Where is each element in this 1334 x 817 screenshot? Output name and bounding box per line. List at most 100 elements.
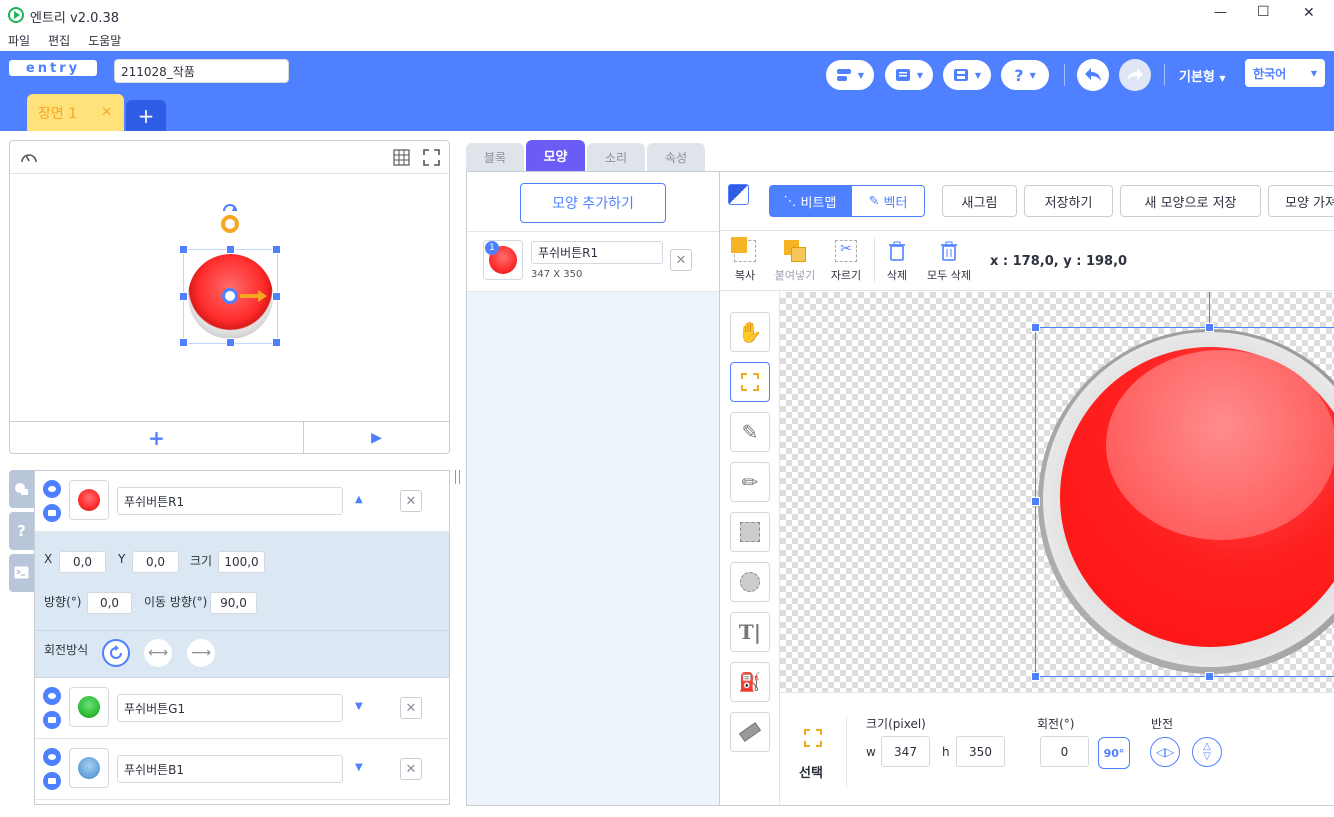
import-shape-button[interactable]: 모양 가져오기 [1268,185,1334,217]
shape-item[interactable]: 1 푸쉬버튼R1 347 X 350 ✕ [467,232,719,292]
object-name-input[interactable]: 푸쉬버튼G1 [117,694,343,722]
object-side-tab[interactable] [9,470,34,508]
paste-button[interactable]: 붙여넣기 [772,238,818,286]
y-input[interactable]: 0,0 [132,551,179,573]
color-picker-icon[interactable] [728,184,749,205]
delete-object-button[interactable]: ✕ [400,490,422,512]
cut-button[interactable]: ✂ 자르기 [826,238,866,286]
rotate-none-button[interactable]: ⟶ [187,639,215,667]
select-tool-button[interactable] [730,362,770,402]
drawing-canvas[interactable] [780,292,1334,692]
eye-icon[interactable] [43,480,61,498]
resize-handle[interactable] [179,292,188,301]
object-name-input[interactable]: 푸쉬버튼B1 [117,755,343,783]
rotation-input[interactable]: 0 [1040,736,1089,767]
rotate-horizontal-button[interactable]: ⟷ [144,639,172,667]
sprite-selection-box[interactable] [179,245,281,347]
add-scene-button[interactable]: + [126,100,166,131]
fill-tool-button[interactable]: ⛽ [730,662,770,702]
x-input[interactable]: 0,0 [59,551,106,573]
flip-horizontal-button[interactable]: ◁▷ [1150,737,1180,767]
close-icon[interactable]: ✕ [101,105,112,120]
direction-arrow[interactable] [240,294,260,298]
menu-help[interactable]: 도움말 [88,32,121,49]
eye-icon[interactable] [43,748,61,766]
resize-handle[interactable] [272,292,281,301]
project-name-input[interactable]: 211028_작품 [114,59,289,83]
lock-icon[interactable] [43,711,61,729]
panel-resize-handle[interactable] [455,470,460,484]
object-item[interactable]: 푸쉬버튼R1 ▲ ✕ [35,471,449,532]
delete-button[interactable]: 삭제 [880,238,914,286]
tab-shapes[interactable]: 모양 [526,140,585,171]
delete-all-button[interactable]: 모두 삭제 [924,238,974,286]
expand-arrow-icon[interactable]: ▼ [355,762,363,773]
eraser-tool-button[interactable] [730,712,770,752]
hand-tool-button[interactable]: ✋ [730,312,770,352]
object-name-input[interactable]: 푸쉬버튼R1 [117,487,343,515]
resize-handle[interactable] [1205,323,1214,332]
grid-icon[interactable] [393,149,410,166]
move-direction-input[interactable]: 90,0 [210,592,257,614]
eye-icon[interactable] [43,687,61,705]
bitmap-mode-button[interactable]: ⋱ 비트맵 [769,185,851,217]
save-menu-button[interactable]: ▼ [943,60,991,90]
resize-handle[interactable] [179,245,188,254]
mode-selector[interactable]: 기본형 ▼ [1179,66,1226,85]
close-button[interactable]: ✕ [1303,5,1315,21]
new-drawing-button[interactable]: 새그림 [942,185,1017,217]
minimize-button[interactable]: — [1214,5,1227,20]
resize-handle[interactable] [226,245,235,254]
console-side-tab[interactable] [9,554,34,592]
object-item[interactable]: 푸쉬버튼B1 ▼ ✕ [35,739,449,800]
tab-blocks[interactable]: 블록 [466,143,524,171]
save-button[interactable]: 저장하기 [1024,185,1113,217]
help-menu-button[interactable]: ? ▼ [1001,60,1049,90]
pencil-tool-button[interactable]: ✏ [730,462,770,502]
help-side-tab[interactable]: ? [9,512,34,550]
vector-mode-button[interactable]: ✎ 벡터 [851,185,925,217]
pen-tool-button[interactable]: ✎ [730,412,770,452]
resize-handle[interactable] [179,338,188,347]
undo-button[interactable] [1077,59,1109,91]
scene-tab[interactable]: 장면 1 ✕ [27,94,124,131]
add-object-button[interactable]: + [10,421,303,454]
resize-handle[interactable] [1031,672,1040,681]
add-shape-button[interactable]: 모양 추가하기 [520,183,666,223]
delete-object-button[interactable]: ✕ [400,758,422,780]
ellipse-tool-button[interactable] [730,562,770,602]
collapse-arrow-icon[interactable]: ▲ [355,494,363,505]
maximize-button[interactable]: ☐ [1257,4,1270,20]
resize-handle[interactable] [1031,323,1040,332]
play-button[interactable]: ▶ [303,421,449,454]
rectangle-tool-button[interactable] [730,512,770,552]
text-tool-button[interactable]: T| [730,612,770,652]
language-selector[interactable]: 한국어 ▼ [1245,59,1325,87]
lock-icon[interactable] [43,772,61,790]
menu-file[interactable]: 파일 [8,32,30,49]
width-input[interactable]: 347 [881,736,930,767]
tab-properties[interactable]: 속성 [647,143,705,171]
center-point[interactable] [222,288,238,304]
tab-sounds[interactable]: 소리 [587,143,645,171]
copy-button[interactable]: 복사 [726,237,764,286]
rotation-handle[interactable] [221,215,239,233]
resize-handle[interactable] [1031,497,1040,506]
flip-vertical-button[interactable]: △ ▽ [1192,737,1222,767]
project-menu-button[interactable]: ▼ [826,60,874,90]
delete-object-button[interactable]: ✕ [400,697,422,719]
direction-input[interactable]: 0,0 [87,592,132,614]
save-as-new-shape-button[interactable]: 새 모양으로 저장 [1120,185,1261,217]
rotate-90-button[interactable]: 90° [1098,737,1130,769]
resize-handle[interactable] [272,338,281,347]
resize-handle[interactable] [272,245,281,254]
resize-handle[interactable] [1205,672,1214,681]
lock-icon[interactable] [43,504,61,522]
size-input[interactable]: 100,0 [218,551,265,573]
object-item[interactable]: 푸쉬버튼G1 ▼ ✕ [35,678,449,739]
expand-arrow-icon[interactable]: ▼ [355,701,363,712]
fullscreen-icon[interactable] [423,149,440,166]
speed-icon[interactable] [20,149,38,165]
rotate-free-button[interactable] [102,639,130,667]
height-input[interactable]: 350 [956,736,1005,767]
